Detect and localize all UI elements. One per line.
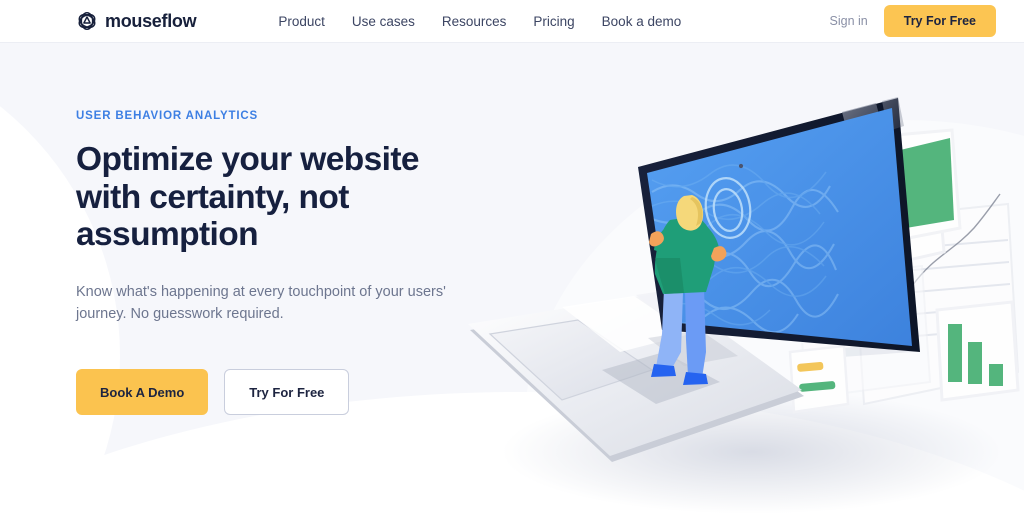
logo[interactable]: mouseflow: [76, 10, 197, 32]
main-nav: Product Use cases Resources Pricing Book…: [278, 14, 681, 29]
shoe-left: [651, 364, 676, 377]
hero-eyebrow: USER BEHAVIOR ANALYTICS: [76, 110, 259, 122]
atom-mouse-icon: [78, 11, 96, 31]
hero-cta-row: Book A Demo Try For Free: [76, 369, 506, 416]
nav-item-use-cases[interactable]: Use cases: [352, 14, 415, 29]
hero-headline: Optimize your website with certainty, no…: [76, 141, 420, 254]
header-try-for-free-button[interactable]: Try For Free: [883, 5, 996, 37]
hero-copy: USER BEHAVIOR ANALYTICS Optimize your we…: [76, 110, 506, 416]
nav-item-product[interactable]: Product: [278, 14, 325, 29]
laptop-person-analytics-illustration: [468, 97, 1020, 514]
header-actions: Sign in Try For Free: [830, 5, 996, 37]
book-a-demo-button[interactable]: Book A Demo: [76, 369, 209, 416]
bar-1: [948, 324, 962, 382]
bar-3: [989, 364, 1003, 386]
nav-item-pricing[interactable]: Pricing: [533, 14, 574, 29]
leg-right: [685, 288, 706, 378]
landing-page: mouseflow Product Use cases Resources Pr…: [0, 0, 1024, 531]
try-for-free-button[interactable]: Try For Free: [224, 369, 350, 416]
logo-text: mouseflow: [105, 10, 197, 31]
webcam-dot: [738, 163, 744, 169]
hero-illustration: [452, 52, 1024, 522]
shoe-right: [683, 372, 708, 385]
hero-subcopy: Know what's happening at every touchpoin…: [76, 283, 446, 323]
progress-bars-card: [788, 344, 850, 414]
nav-item-book-a-demo[interactable]: Book a demo: [602, 14, 682, 29]
bar-chart-card: [935, 300, 1020, 402]
nav-item-resources[interactable]: Resources: [442, 14, 507, 29]
site-header: mouseflow Product Use cases Resources Pr…: [0, 0, 1024, 43]
bar-2: [968, 342, 982, 384]
sign-in-link[interactable]: Sign in: [830, 14, 868, 28]
